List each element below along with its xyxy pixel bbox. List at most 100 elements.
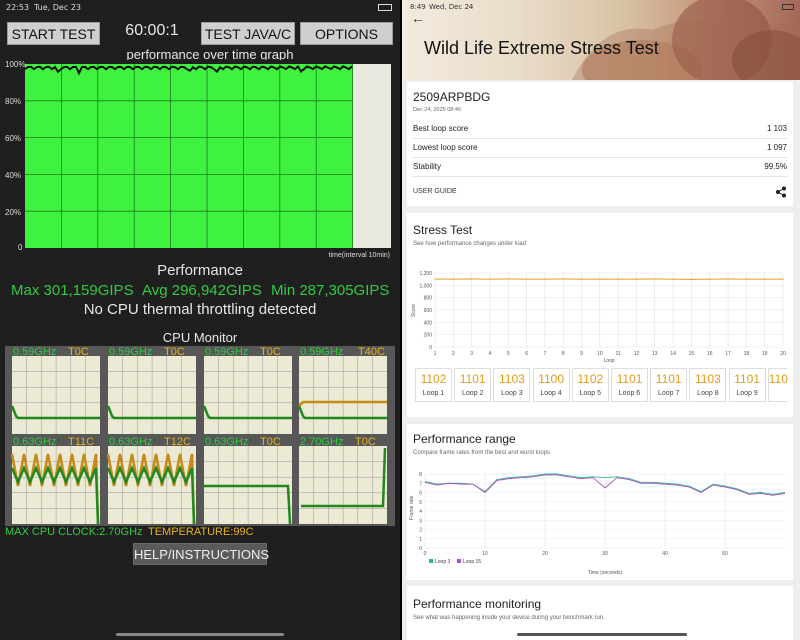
performance-monitoring-title: Performance monitoring: [413, 597, 542, 611]
loop-score-value: 1101: [616, 372, 643, 386]
help-instructions-button[interactable]: HELP/INSTRUCTIONS: [133, 543, 269, 565]
stress-x-tick: 3: [470, 351, 473, 357]
stress-x-tick: 4: [489, 351, 492, 357]
core-2-freq: 0.59GHz: [109, 346, 153, 358]
range-y-tick: 0: [419, 546, 422, 552]
loop-score-label: Loop 7: [657, 390, 680, 397]
loop-score-card[interactable]: 1103 Loop 3: [493, 368, 531, 402]
divider: [413, 157, 787, 158]
stress-test-title: Stress Test: [413, 223, 473, 237]
range-y-tick: 5: [419, 500, 422, 506]
performance-min: Min 287,305GIPS: [271, 282, 390, 299]
range-y-label: Frame rate: [409, 495, 415, 520]
loop-score-value: 1103: [694, 372, 721, 386]
core-8-temp: T0C: [355, 436, 376, 448]
y-tick-60: 60%: [5, 134, 21, 143]
device-name: 2509ARPBDG: [413, 90, 491, 104]
stress-point: [709, 278, 711, 280]
best-loop-label: Best loop score: [413, 124, 469, 133]
loop-score-card[interactable]: 1102 Loop 1: [415, 368, 452, 402]
stress-point: [690, 278, 693, 280]
y-tick-20: 20%: [5, 208, 21, 217]
left-status-bar: 22:53 Tue, Dec 23: [0, 0, 400, 16]
loop-score-label: Loop 6: [618, 390, 641, 397]
loop-score-value: 1102: [577, 372, 604, 386]
legend-swatch: [457, 559, 461, 563]
lowest-loop-label: Lowest loop score: [413, 143, 478, 152]
loop-score-label: Loop 2: [461, 390, 484, 397]
range-x-tick: 30: [602, 551, 608, 557]
right-status-time: 8:49: [410, 3, 426, 11]
y-tick-100: 100%: [5, 60, 25, 69]
range-x-tick: 0: [424, 551, 427, 557]
run-date: Dec 24, 2025 08:46: [413, 107, 462, 113]
loop-score-card[interactable]: 1101 Loop 6: [611, 368, 648, 402]
stress-point: [471, 278, 473, 280]
loop-score-label: Loop 1: [422, 390, 445, 397]
summary-card: 2509ARPBDG Dec 24, 2025 08:46 Best loop …: [407, 82, 793, 206]
stress-x-tick: 10: [597, 351, 603, 357]
core-graph-6: [106, 446, 196, 525]
stress-test-chart: 1,2001,00080060040020001 2 3 4 5 6 7 8 9 10 11 12 13…: [411, 271, 786, 363]
stress-point: [489, 278, 491, 280]
loop-score-card[interactable]: 1103 Loop 8: [689, 368, 727, 402]
user-guide-link[interactable]: USER GUIDE: [413, 188, 457, 195]
range-y-tick: 7: [419, 481, 422, 487]
stress-point: [672, 278, 674, 280]
loop-score-card[interactable]: 1102 Loop 5: [571, 368, 609, 402]
range-y-tick: 6: [419, 491, 422, 497]
performance-monitoring-card: Performance monitoring See what was happ…: [407, 586, 793, 640]
loop-score-label: Loop 4: [540, 390, 562, 397]
core-graph-4: [297, 356, 387, 434]
loop-score-card[interactable]: 1101 Loop 9: [728, 368, 766, 402]
stress-x-tick: 13: [652, 351, 658, 357]
range-y-tick: 4: [419, 509, 422, 515]
stress-point: [617, 278, 619, 280]
stress-x-tick: 20: [780, 351, 786, 357]
stress-y-tick: 800: [424, 296, 433, 302]
core-graph-3: [202, 356, 292, 434]
loop-score-card[interactable]: 110: [767, 368, 788, 402]
right-status-bar: 8:49 Wed, Dec 24: [402, 0, 800, 14]
loop-score-card[interactable]: 1101 Loop 7: [650, 368, 688, 402]
start-test-button[interactable]: START TEST: [7, 22, 100, 45]
core-6-temp: T12C: [164, 436, 191, 448]
stress-y-tick: 200: [424, 333, 433, 339]
test-java-button[interactable]: TEST JAVA/C: [201, 22, 295, 45]
share-icon[interactable]: [775, 186, 787, 198]
core-graph-8: [299, 446, 387, 524]
divider: [413, 138, 787, 139]
legend-label: Loop 3: [435, 559, 451, 565]
max-cpu-clock: MAX CPU CLOCK:2.70GHz: [5, 526, 143, 538]
loop-score-value: 1102: [420, 372, 447, 386]
loop-score-label: Loop 3: [501, 390, 523, 397]
stress-x-tick: 1: [434, 351, 437, 357]
stress-point: [544, 278, 546, 280]
legend-swatch: [429, 559, 433, 563]
stress-x-tick: 16: [707, 351, 713, 357]
stress-x-tick: 11: [616, 351, 621, 357]
range-x-tick: 10: [482, 551, 488, 557]
range-x-tick: 50: [722, 551, 728, 557]
loop-score-label: Loop 8: [697, 390, 719, 397]
stress-point: [562, 278, 564, 280]
stress-y-tick: 600: [424, 308, 433, 314]
performance-monitoring-subtitle: See what was happening inside your devic…: [413, 615, 605, 621]
stress-x-tick: 18: [744, 351, 750, 357]
stress-x-tick: 15: [689, 351, 695, 357]
y-tick-0: 0: [18, 243, 23, 252]
remaining-time-area: [353, 64, 391, 248]
performance-range-subtitle: Compare frame rates from the best and wo…: [413, 450, 551, 456]
stress-x-tick: 12: [634, 351, 640, 357]
performance-range-card: Performance range Compare frame rates fr…: [407, 424, 793, 580]
range-y-tick: 8: [419, 472, 422, 478]
loop-score-card[interactable]: 1101 Loop 2: [454, 368, 492, 402]
stress-x-tick: 17: [725, 351, 731, 357]
loop-score-card[interactable]: 1100 Loop 4: [532, 368, 570, 402]
test-timer: 60:00:1: [125, 22, 179, 39]
options-button[interactable]: OPTIONS: [300, 22, 393, 45]
stress-y-tick: 400: [424, 320, 433, 326]
performance-range-title: Performance range: [413, 432, 516, 446]
right-battery-icon: [782, 4, 794, 10]
page-title: Wild Life Extreme Stress Test: [424, 38, 659, 58]
